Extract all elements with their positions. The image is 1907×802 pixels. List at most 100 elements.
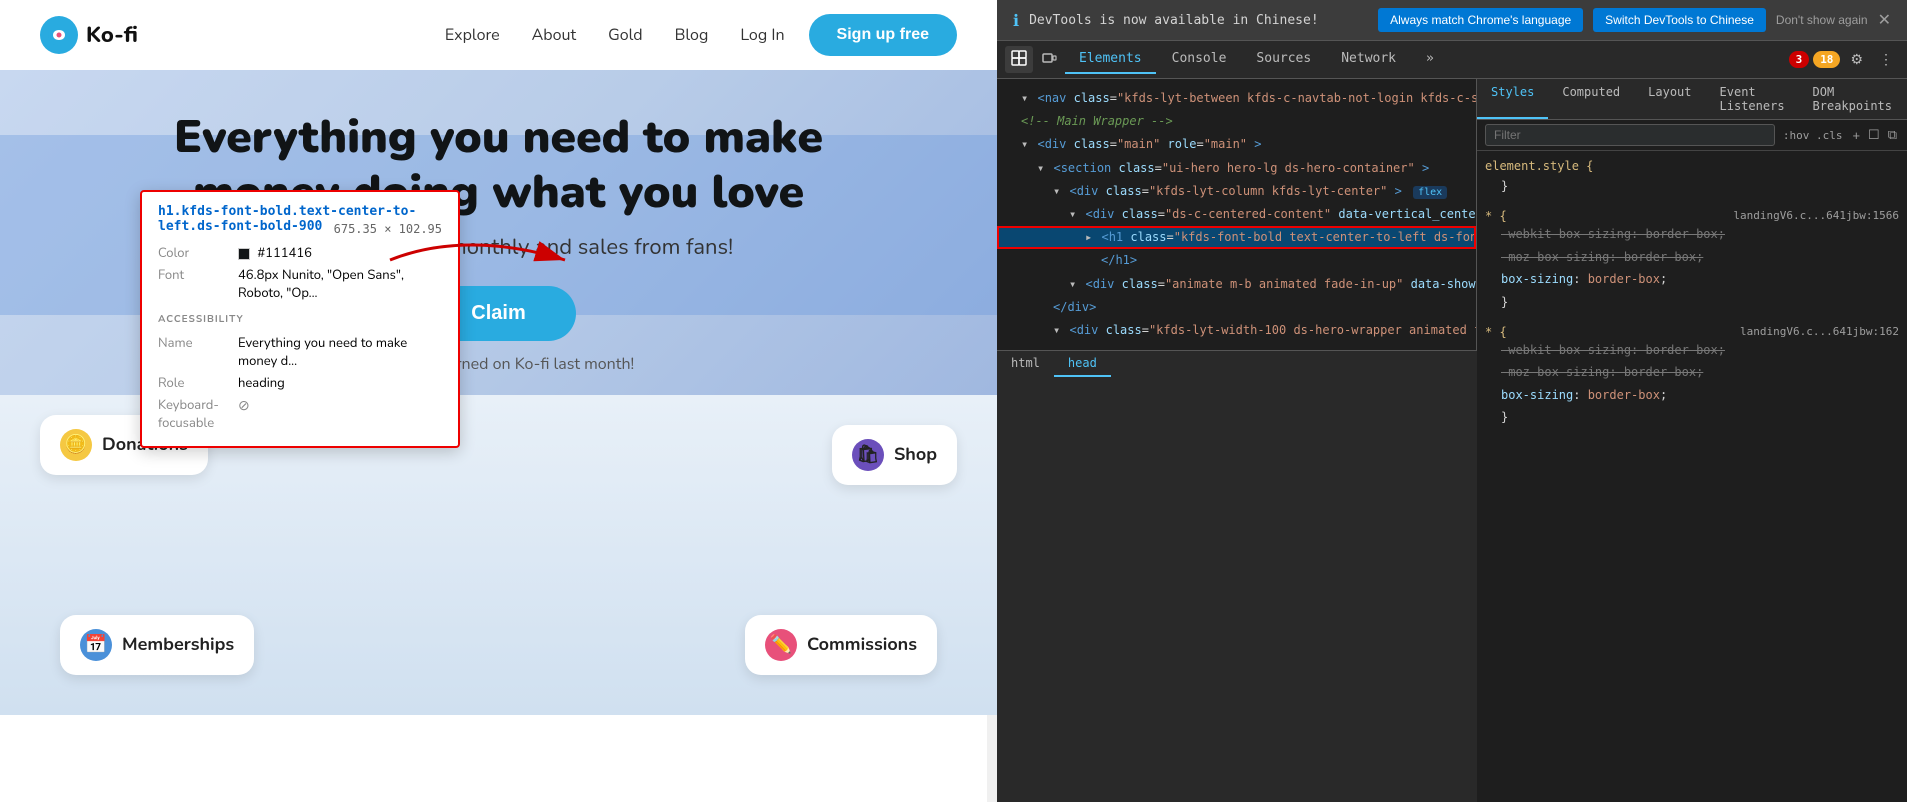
dont-show-button[interactable]: Don't show again (1776, 13, 1868, 27)
css-rule-1-selector: * { landingV6.c...641jbw:1566 (1485, 209, 1899, 223)
inspect-element-button[interactable] (1005, 46, 1033, 73)
css-rule-2-prop-2: -moz-box-sizing: border-box; (1485, 361, 1899, 383)
css-rule-2-prop-3: box-sizing: border-box; (1485, 384, 1899, 406)
toolbar-right: 3 18 ⚙ ⋮ (1789, 47, 1899, 72)
inspector-properties: Color #111416 Font 46.8px Nunito, "Open … (158, 242, 442, 304)
devtools-main: ▾ <nav class="kfds-lyt-between kfds-c-na… (997, 79, 1907, 802)
logo[interactable]: Ko-fi (40, 16, 138, 54)
element-style-selector: element.style { (1485, 159, 1899, 173)
tab-dom-breakpoints[interactable]: DOM Breakpoints (1799, 79, 1906, 119)
tab-event-listeners[interactable]: Event Listeners (1706, 79, 1799, 119)
toggle-style-button[interactable]: ☐ (1866, 125, 1882, 145)
acc-keyboard-value: ⊘ (238, 394, 442, 434)
memberships-card: 📅 Memberships (60, 615, 254, 675)
color-label: Color (158, 242, 238, 264)
acc-role-label: Role (158, 372, 238, 394)
tab-elements[interactable]: Elements (1065, 45, 1156, 74)
info-icon: ℹ (1013, 11, 1019, 30)
nav-blog[interactable]: Blog (675, 24, 709, 46)
warn-count: 18 (1813, 51, 1840, 68)
hero-section: Everything you need to make money doing … (0, 70, 997, 395)
styles-pane: Styles Computed Layout Event Listeners D… (1477, 79, 1907, 802)
acc-name-label: Name (158, 332, 238, 372)
tab-computed[interactable]: Computed (1548, 79, 1634, 119)
accessibility-properties: Name Everything you need to make money d… (158, 332, 442, 434)
website-area: Ko-fi Explore About Gold Blog Log In Sig… (0, 0, 997, 802)
commissions-icon: ✏️ (765, 629, 797, 661)
tab-more[interactable]: » (1412, 45, 1448, 74)
element-style-rule: element.style { } (1485, 159, 1899, 197)
shop-icon: 🛍 (852, 439, 884, 471)
logo-text: Ko-fi (86, 20, 138, 50)
more-options-button[interactable]: ⋮ (1873, 47, 1899, 72)
acc-keyboard-label: Keyboard-focusable (158, 394, 238, 434)
color-swatch (238, 248, 250, 260)
css-rule-1: * { landingV6.c...641jbw:1566 -webkit-bo… (1485, 209, 1899, 313)
tree-div-centered[interactable]: ▾ <div class="ds-c-centered-content" dat… (997, 203, 1476, 226)
devtools-panel: ℹ DevTools is now available in Chinese! … (997, 0, 1907, 802)
memberships-icon: 📅 (80, 629, 112, 661)
styles-filter: :hov .cls + ☐ ⧉ (1477, 120, 1907, 151)
memberships-label: Memberships (122, 633, 234, 657)
styles-tabs: Styles Computed Layout Event Listeners D… (1477, 79, 1907, 120)
shop-card: 🛍 Shop (832, 425, 957, 485)
tree-div-animate[interactable]: ▾ <div class="animate m-b animated fade-… (997, 273, 1476, 296)
navbar: Ko-fi Explore About Gold Blog Log In Sig… (0, 0, 997, 70)
tree-h1-close[interactable]: </h1> (997, 249, 1476, 272)
switch-devtools-button[interactable]: Switch DevTools to Chinese (1593, 8, 1766, 32)
css-rule-2-close: } (1485, 406, 1899, 428)
add-style-button[interactable]: + (1850, 125, 1862, 145)
tree-section-hero[interactable]: ▾ <section class="ui-hero hero-lg ds-her… (997, 157, 1476, 180)
error-count: 3 (1789, 51, 1810, 68)
tab-sources[interactable]: Sources (1242, 45, 1325, 74)
devtools-notification: ℹ DevTools is now available in Chinese! … (997, 0, 1907, 41)
filter-input[interactable] (1485, 124, 1775, 146)
tab-console[interactable]: Console (1158, 45, 1241, 74)
tab-html[interactable]: html (997, 351, 1054, 377)
commissions-label: Commissions (807, 633, 917, 657)
device-toggle-button[interactable] (1035, 46, 1063, 73)
html-head-tabs: html head (997, 350, 1477, 377)
nav-login[interactable]: Log In (740, 24, 784, 46)
devtools-toolbar: Elements Console Sources Network » 3 18 … (997, 41, 1907, 79)
logo-icon (40, 16, 78, 54)
html-tree-pane: ▾ <nav class="kfds-lyt-between kfds-c-na… (997, 79, 1477, 350)
filter-hov-cls[interactable]: :hov .cls (1783, 129, 1843, 142)
tree-nav-line[interactable]: ▾ <nav class="kfds-lyt-between kfds-c-na… (997, 87, 1476, 110)
tab-head[interactable]: head (1054, 351, 1111, 377)
signup-button[interactable]: Sign up free (809, 14, 957, 56)
nav-about[interactable]: About (532, 24, 576, 46)
element-style-close: } (1485, 175, 1899, 197)
tree-div-main[interactable]: ▾ <div class="main" role="main" > (997, 133, 1476, 156)
acc-role-value: heading (238, 372, 442, 394)
css-rule-1-close: } (1485, 291, 1899, 313)
nav-gold[interactable]: Gold (608, 24, 643, 46)
nav-explore[interactable]: Explore (445, 24, 500, 46)
inspector-tooltip: h1.kfds-font-bold.text-center-to-left.ds… (140, 190, 460, 448)
settings-button[interactable]: ⚙ (1844, 47, 1869, 72)
css-rule-2-prop-1: -webkit-box-sizing: border-box; (1485, 339, 1899, 361)
css-rule-2: * { landingV6.c...641jbw:162 -webkit-box… (1485, 325, 1899, 429)
css-rule-1-source: landingV6.c...641jbw:1566 (1733, 209, 1899, 222)
tab-layout[interactable]: Layout (1634, 79, 1705, 119)
close-notification-button[interactable]: ✕ (1878, 10, 1891, 30)
notification-text: DevTools is now available in Chinese! (1029, 13, 1368, 28)
nav-links: Explore About Gold Blog Log In (445, 24, 785, 46)
css-rule-1-prop-2: -moz-box-sizing: border-box; (1485, 246, 1899, 268)
tab-styles[interactable]: Styles (1477, 79, 1548, 119)
tree-comment-main: <!-- Main Wrapper --> (997, 110, 1476, 133)
css-rule-1-prop-3: box-sizing: border-box; (1485, 268, 1899, 290)
donations-icon: 🪙 (60, 429, 92, 461)
font-value: 46.8px Nunito, "Open Sans", Roboto, "Op.… (238, 264, 442, 304)
inspector-size: 675.35 × 102.95 (334, 222, 442, 236)
tree-div-column[interactable]: ▾ <div class="kfds-lyt-column kfds-lyt-c… (997, 180, 1476, 203)
css-rule-1-prop-1: -webkit-box-sizing: border-box; (1485, 223, 1899, 245)
tree-div-close[interactable]: </div> (997, 296, 1476, 319)
match-language-button[interactable]: Always match Chrome's language (1378, 8, 1583, 32)
tree-div-hero-wrapper[interactable]: ▾ <div class="kfds-lyt-width-100 ds-hero… (997, 319, 1476, 342)
css-rule-2-source: landingV6.c...641jbw:162 (1740, 325, 1899, 338)
copy-style-button[interactable]: ⧉ (1886, 125, 1899, 145)
tab-network[interactable]: Network (1327, 45, 1410, 74)
acc-name-value: Everything you need to make money d... (238, 332, 442, 372)
tree-h1-selected[interactable]: ▸ <h1 class="kfds-font-bold text-center-… (997, 226, 1476, 249)
